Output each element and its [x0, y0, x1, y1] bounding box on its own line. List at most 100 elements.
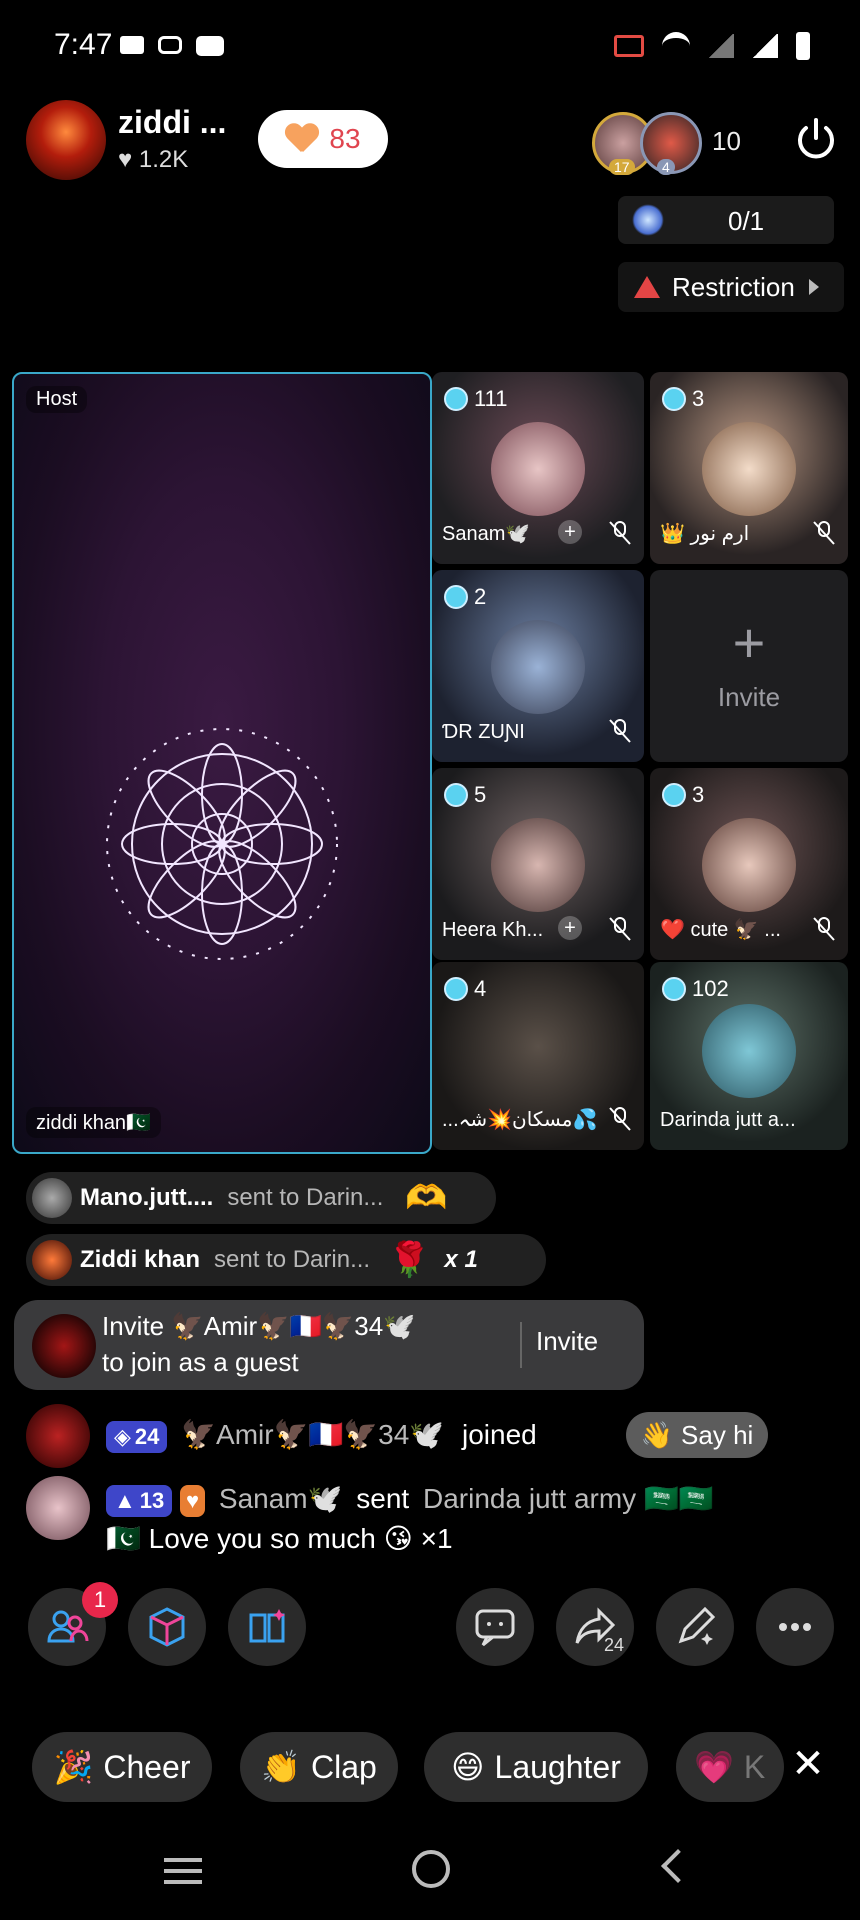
invite-seat[interactable]: + Invite [650, 570, 848, 762]
mic-off-icon [609, 719, 631, 743]
add-icon: + [732, 611, 766, 674]
guest-avatar [491, 818, 585, 912]
chat-button[interactable] [456, 1588, 534, 1666]
heart-icon [285, 124, 319, 154]
guest-avatar [32, 1314, 96, 1378]
mic-off-icon [813, 917, 835, 941]
triangle-icon: ▲ [114, 1487, 136, 1513]
more-icon [779, 1623, 811, 1631]
seat-score: 111 [444, 386, 507, 412]
gift-sender: Ziddi khan [80, 1246, 200, 1273]
close-icon[interactable]: ✕ [786, 1742, 830, 1786]
chevron-right-icon [808, 279, 819, 295]
chat-target: Darinda jutt army 🇸🇦🇸🇦 [422, 1483, 714, 1514]
invite-line-2: to join as a guest [102, 1347, 299, 1377]
youtube-icon [196, 36, 224, 56]
guest-seat[interactable]: 2 ƊR ZUƝI [432, 570, 644, 762]
book-button[interactable] [228, 1588, 306, 1666]
like-button[interactable]: 83 [258, 110, 388, 168]
cheer-label: Cheer [103, 1748, 191, 1785]
sparkle-icon [632, 204, 664, 236]
gift-sender: Mano.jutt.... [80, 1184, 214, 1211]
host-tile[interactable]: Host ziddi khan🇵🇰 [12, 372, 432, 1154]
diamond-icon [662, 783, 686, 807]
seat-counter-text: 0/1 [728, 206, 765, 236]
recent-apps-icon[interactable] [164, 1858, 202, 1884]
guest-seat[interactable]: 102 Darinda jutt a... [650, 962, 848, 1150]
say-hi-button[interactable]: 👋 Say hi [626, 1412, 768, 1458]
seat-score: 5 [444, 782, 486, 808]
seat-score: 3 [662, 782, 704, 808]
guest-seat[interactable]: 3 ❤️ cute 🦅 ... [650, 768, 848, 960]
guest-name: Darinda jutt a... [660, 1109, 796, 1131]
gift-icon: 🫶 [405, 1179, 448, 1217]
guest-name: ...مسکان💥شہ💦 [442, 1109, 598, 1131]
cheer-icon: 🎉 [53, 1749, 94, 1785]
viewer-avatars[interactable]: 17 4 [592, 112, 722, 175]
mic-off-icon [609, 521, 631, 545]
invite-button[interactable]: Invite [536, 1326, 598, 1357]
chat-name: Sanam🕊️ [218, 1483, 343, 1514]
viewer-count[interactable]: 10 [712, 126, 741, 157]
guest-seat[interactable]: 111 Sanam🕊️ + [432, 372, 644, 564]
say-hi-label: Say hi [681, 1419, 754, 1450]
wifi-icon [662, 32, 690, 60]
gift-count: x 1 [444, 1246, 478, 1273]
follow-plus-icon[interactable]: + [558, 520, 582, 544]
laughter-button[interactable]: 😄 Laughter [424, 1732, 648, 1802]
restriction-button[interactable]: Restriction [618, 262, 844, 312]
host-name[interactable]: ziddi ... [118, 104, 226, 141]
host-avatar[interactable] [26, 100, 106, 180]
back-icon[interactable] [661, 1849, 695, 1883]
mic-off-icon [609, 917, 631, 941]
share-button[interactable]: 24 [556, 1588, 634, 1666]
mic-off-icon [813, 521, 835, 545]
cast-icon [614, 35, 644, 57]
cheer-button[interactable]: 🎉 Cheer [32, 1732, 212, 1802]
sender-avatar [32, 1240, 72, 1280]
mic-off-icon [609, 1107, 631, 1131]
people-icon [47, 1610, 89, 1643]
level-badge: ◈ 24 [106, 1420, 168, 1453]
seat-counter[interactable]: 0/1 [618, 196, 834, 244]
seat-score: 2 [444, 584, 486, 610]
laughter-label: Laughter [494, 1748, 621, 1785]
guest-avatar [491, 620, 585, 714]
effects-button[interactable] [128, 1588, 206, 1666]
edit-button[interactable] [656, 1588, 734, 1666]
gift-text: sent to Darin... [214, 1246, 371, 1273]
seat-score: 102 [662, 976, 729, 1002]
fan-badge: ♥ [180, 1484, 206, 1517]
status-bar: 7:47 [0, 0, 860, 96]
guest-name: ƊR ZUƝI [442, 721, 525, 743]
host-likes: ♥ 1.2K [118, 146, 189, 173]
record-icon [158, 36, 182, 54]
signal-icon [708, 34, 734, 58]
kiss-label: K [743, 1748, 766, 1785]
viewer-badge: 17 [609, 159, 635, 175]
chat-action: sent [356, 1483, 410, 1514]
more-button[interactable] [756, 1588, 834, 1666]
follow-plus-icon[interactable]: + [558, 916, 582, 940]
kiss-button[interactable]: 💗 K [676, 1732, 784, 1802]
mandala-icon [106, 728, 338, 960]
clap-button[interactable]: 👏 Clap [240, 1732, 398, 1802]
guest-seat[interactable]: 5 Heera Kh... + [432, 768, 644, 960]
invite-line-1: Invite 🦅Amir🦅🇫🇷🦅34🕊️ [102, 1311, 416, 1341]
guest-seat[interactable]: 4 ...مسکان💥شہ💦 [432, 962, 644, 1150]
guest-seat[interactable]: 3 👑 ارم نور [650, 372, 848, 564]
clock: 7:47 [54, 28, 113, 61]
gift-text: sent to Darin... [227, 1184, 384, 1211]
gift-notification: Ziddi khan sent to Darin... 🌹 x 1 [26, 1234, 546, 1286]
diamond-icon [662, 387, 686, 411]
guest-avatar [702, 818, 796, 912]
home-icon[interactable] [412, 1850, 450, 1888]
notification-badge: 1 [82, 1582, 118, 1618]
chat-avatar [26, 1404, 90, 1468]
viewer-badge: 4 [657, 159, 675, 175]
power-icon[interactable] [792, 116, 840, 164]
laugh-icon: 😄 [451, 1749, 485, 1785]
chat-message: ▲ 13 ♥ Sanam🕊️ sent Darinda jutt army 🇸🇦🇸… [26, 1476, 846, 1566]
wave-icon: 👋 [640, 1419, 674, 1450]
restriction-label: Restriction [672, 271, 795, 302]
